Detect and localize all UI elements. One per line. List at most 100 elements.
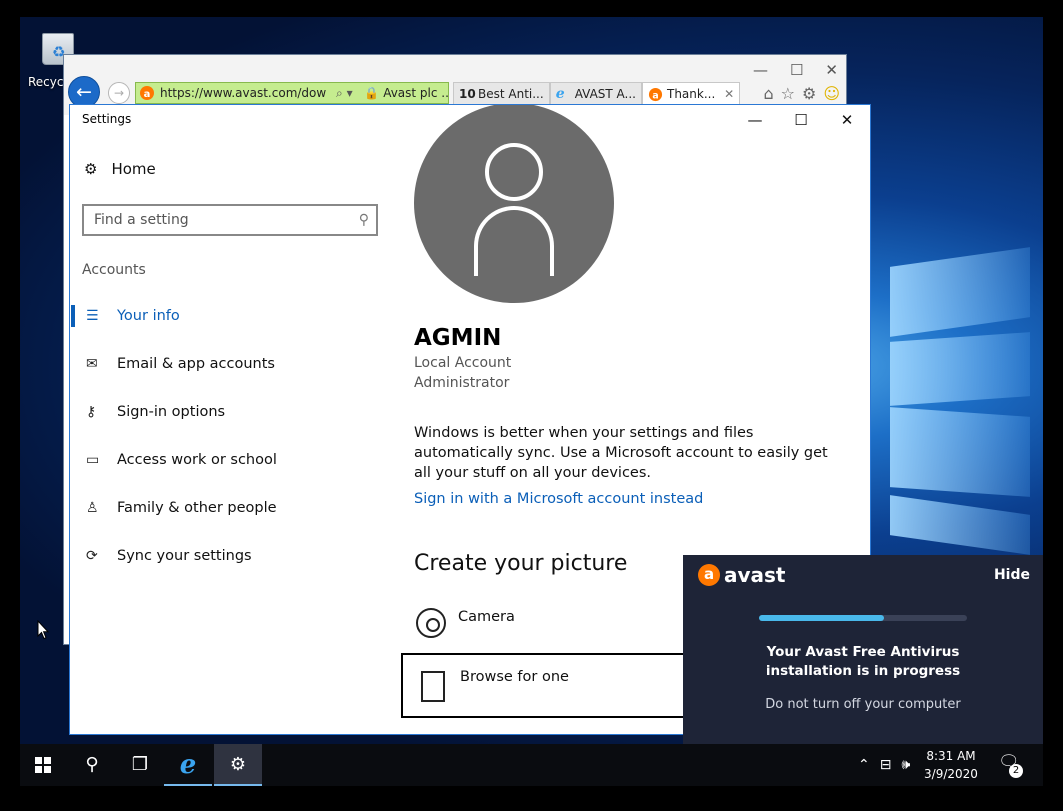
nav-label: Email & app accounts — [117, 356, 275, 372]
favorites-star-icon[interactable]: ☆ — [781, 84, 795, 103]
clock-time: 8:31 AM — [926, 749, 976, 763]
tab-close-icon[interactable]: ✕ — [724, 87, 734, 101]
microsoft-signin-link[interactable]: Sign in with a Microsoft account instead — [414, 491, 703, 507]
window-title: Settings — [82, 112, 132, 126]
ie-window-controls: — ☐ ✕ — [753, 61, 838, 79]
user-name: AGMIN — [414, 325, 502, 351]
network-icon[interactable]: ⊟ — [880, 757, 892, 773]
account-role: Administrator — [414, 375, 510, 391]
mail-icon: ✉ — [86, 356, 98, 372]
maximize-icon[interactable]: ☐ — [778, 105, 824, 136]
person-add-icon: ♙ — [86, 500, 99, 516]
browse-label: Browse for one — [460, 669, 569, 685]
minimize-icon[interactable]: — — [753, 61, 768, 79]
avast-brand: avast — [724, 563, 786, 587]
close-icon[interactable]: ✕ — [824, 105, 870, 136]
your-info-icon: ☰ — [86, 308, 99, 324]
search-icon[interactable]: ⌕ ▾ — [336, 86, 353, 100]
nav-access-work-school[interactable]: ▭ Access work or school — [70, 440, 390, 480]
microsoft-account-description: Windows is better when your settings and… — [414, 425, 828, 481]
taskbar-internet-explorer[interactable]: e — [164, 744, 212, 786]
clock[interactable]: 8:31 AM 3/9/2020 — [916, 747, 986, 783]
tab-label: Best Anti... — [478, 87, 544, 101]
person-icon — [485, 143, 543, 201]
task-view-button[interactable]: ❐ — [116, 744, 164, 786]
system-tray: ⌃ ⊟ 🕪 — [858, 744, 910, 786]
tab-label: AVAST A... — [574, 87, 636, 101]
search-icon[interactable]: ⚲ — [359, 206, 369, 234]
wallpaper-beam — [890, 495, 1030, 555]
volume-icon[interactable]: 🕪 — [901, 757, 910, 773]
install-progress-fill — [759, 615, 884, 621]
maximize-icon[interactable]: ☐ — [790, 61, 803, 79]
mouse-cursor-icon — [37, 620, 49, 640]
nav-label: Family & other people — [117, 500, 277, 516]
certificate-label[interactable]: Avast plc ... — [383, 86, 448, 100]
ie-tools: ⌂ ☆ ⚙ ☺ — [763, 84, 840, 103]
account-type: Local Account — [414, 355, 512, 371]
wallpaper-beam — [890, 332, 1030, 406]
avast-logo: a avast — [698, 563, 786, 587]
wallpaper-beam — [890, 407, 1030, 497]
notification-badge: 2 — [1009, 764, 1023, 778]
nav-sync-settings[interactable]: ⟳ Sync your settings — [70, 536, 390, 576]
nav-label: Sign-in options — [117, 404, 226, 420]
forward-button[interactable]: → — [108, 82, 130, 104]
camera-option[interactable]: Camera — [416, 608, 515, 638]
start-button[interactable] — [20, 744, 68, 786]
nav-your-info[interactable]: ☰ Your info — [70, 296, 390, 336]
taskbar: ⚲ ❐ e ⚙ ⌃ ⊟ 🕪 8:31 AM 3/9/2020 🗨 2 — [20, 744, 1043, 786]
wallpaper-beam — [890, 247, 1030, 337]
tab-label: Thank... — [666, 87, 716, 101]
browse-file-icon — [421, 671, 445, 702]
search-placeholder: Find a setting — [94, 212, 189, 228]
tab-thank-you[interactable]: a Thank... ✕ — [641, 82, 741, 106]
camera-label: Camera — [458, 609, 515, 625]
smiley-icon[interactable]: ☺ — [823, 84, 840, 103]
sync-icon: ⟳ — [86, 548, 98, 564]
address-url[interactable]: https://www.avast.com/dow — [160, 86, 326, 100]
avast-install-popup: a avast Hide Your Avast Free Antivirus i… — [683, 555, 1043, 745]
clock-date: 3/9/2020 — [924, 767, 978, 781]
avast-favicon-icon: a — [140, 86, 154, 100]
chevron-up-icon[interactable]: ⌃ — [858, 757, 870, 773]
search-button[interactable]: ⚲ — [68, 744, 116, 786]
tab-avast[interactable]: e AVAST A... — [549, 82, 642, 106]
browse-option[interactable]: Browse for one — [401, 653, 701, 718]
ie-favicon-icon: e — [555, 86, 565, 102]
camera-icon — [416, 608, 446, 638]
create-picture-heading: Create your picture — [414, 551, 628, 576]
lock-icon[interactable]: 🔒 — [364, 86, 379, 100]
nav-email-app-accounts[interactable]: ✉ Email & app accounts — [70, 344, 390, 384]
install-warning: Do not turn off your computer — [765, 697, 961, 712]
minimize-icon[interactable]: — — [732, 105, 778, 136]
nav-label: Sync your settings — [117, 548, 252, 564]
gear-icon: ⚙ — [84, 160, 98, 178]
taskbar-settings[interactable]: ⚙ — [214, 744, 262, 786]
close-icon[interactable]: ✕ — [825, 61, 838, 79]
action-center-button[interactable]: 🗨 2 — [998, 752, 1024, 778]
nav-label: Access work or school — [117, 452, 277, 468]
install-message: Your Avast Free Antivirus installation i… — [765, 644, 961, 679]
svg-text:a: a — [144, 89, 151, 100]
home-icon[interactable]: ⌂ — [763, 84, 773, 103]
briefcase-icon: ▭ — [86, 452, 100, 468]
search-icon: ⚲ — [85, 754, 99, 775]
address-bar[interactable]: a https://www.avast.com/dow ⌕ ▾ 🔒 Avast … — [135, 82, 449, 104]
gear-icon[interactable]: ⚙ — [802, 84, 816, 103]
nav-family-other-people[interactable]: ♙ Family & other people — [70, 488, 390, 528]
find-setting-input[interactable]: Find a setting ⚲ — [82, 204, 378, 236]
tab-strip: 10 Best Anti... e AVAST A... a Thank... … — [453, 82, 741, 106]
section-label: Accounts — [82, 262, 146, 278]
avast-logo-icon: a — [698, 564, 720, 586]
windows-logo-icon — [35, 757, 52, 773]
site-favicon-icon: 10 — [459, 87, 476, 101]
svg-text:a: a — [652, 90, 658, 101]
recycle-bin-label[interactable]: Recycl — [28, 75, 67, 89]
avast-favicon-icon: a — [648, 87, 663, 101]
nav-sign-in-options[interactable]: ⚷ Sign-in options — [70, 392, 390, 432]
tab-best-antivirus[interactable]: 10 Best Anti... — [453, 82, 550, 106]
user-avatar — [414, 105, 614, 303]
nav-home[interactable]: ⚙ Home — [84, 160, 156, 178]
hide-button[interactable]: Hide — [994, 567, 1030, 583]
